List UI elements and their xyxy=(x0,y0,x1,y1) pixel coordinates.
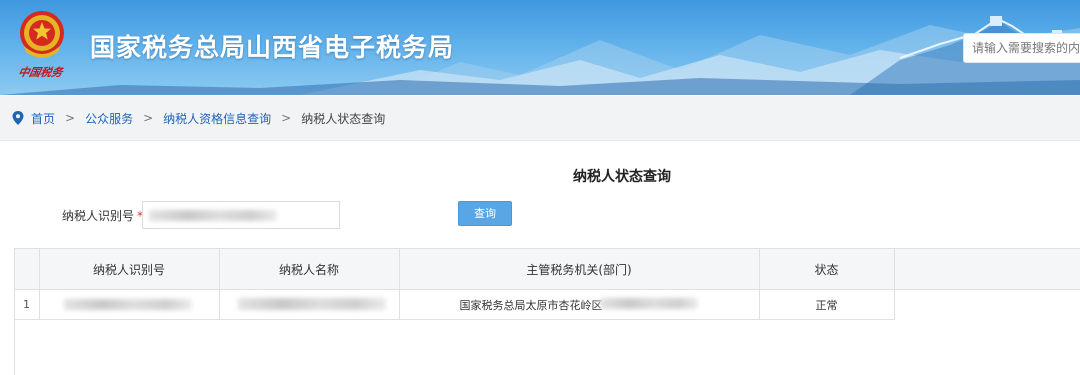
header-taxpayer-name[interactable]: 纳税人名称 xyxy=(219,249,400,290)
redacted-value xyxy=(63,299,192,310)
location-pin-icon xyxy=(12,111,24,125)
breadcrumb-public-services[interactable]: 公众服务 xyxy=(85,110,133,127)
breadcrumb-home[interactable]: 首页 xyxy=(31,110,55,127)
breadcrumb: 首页 > 公众服务 > 纳税人资格信息查询 > 纳税人状态查询 xyxy=(12,96,385,140)
tin-label-text: 纳税人识别号 xyxy=(62,209,135,223)
cell-tin xyxy=(39,289,220,320)
breadcrumb-bar: 首页 > 公众服务 > 纳税人资格信息查询 > 纳税人状态查询 xyxy=(0,96,1080,141)
breadcrumb-separator: > xyxy=(281,111,292,125)
redacted-value xyxy=(237,298,386,310)
breadcrumb-current: 纳税人状态查询 xyxy=(301,111,386,126)
breadcrumb-separator: > xyxy=(65,111,76,125)
cell-taxpayer-name xyxy=(219,289,400,320)
row-index: 1 xyxy=(15,289,40,320)
header-filler xyxy=(894,249,1080,290)
site-title: 国家税务总局山西省电子税务局 xyxy=(90,33,455,62)
header-authority[interactable]: 主管税务机关(部门) xyxy=(399,249,760,290)
table-row[interactable]: 1 国家税务总局太原市杏花岭区 正常 xyxy=(15,289,1080,320)
tin-input[interactable] xyxy=(142,201,340,229)
authority-text: 国家税务总局太原市杏花岭区 xyxy=(459,299,603,312)
page-title: 纳税人状态查询 xyxy=(573,169,671,185)
table-header-row: 纳税人识别号 纳税人名称 主管税务机关(部门) 状态 xyxy=(15,249,1080,290)
search-input[interactable] xyxy=(963,33,1080,63)
redacted-value xyxy=(149,210,277,221)
emblem-caption: 中国税务 xyxy=(16,66,64,79)
tax-emblem-icon xyxy=(20,11,64,58)
results-table: 纳税人识别号 纳税人名称 主管税务机关(部门) 状态 1 国家税务总局太原市杏花… xyxy=(14,248,1080,375)
cell-authority: 国家税务总局太原市杏花岭区 xyxy=(399,289,760,320)
tin-field-label: 纳税人识别号 * xyxy=(62,207,143,224)
cell-status: 正常 xyxy=(759,289,895,320)
site-header: 中国税务 国家税务总局山西省电子税务局 xyxy=(0,0,1080,95)
header-status[interactable]: 状态 xyxy=(759,249,895,290)
query-button[interactable]: 查询 xyxy=(458,201,512,226)
header-index xyxy=(15,249,40,290)
header-tin[interactable]: 纳税人识别号 xyxy=(39,249,220,290)
row-filler xyxy=(894,289,1080,320)
breadcrumb-separator: > xyxy=(143,111,154,125)
redacted-value xyxy=(599,298,698,309)
breadcrumb-qualification-query[interactable]: 纳税人资格信息查询 xyxy=(163,110,271,127)
